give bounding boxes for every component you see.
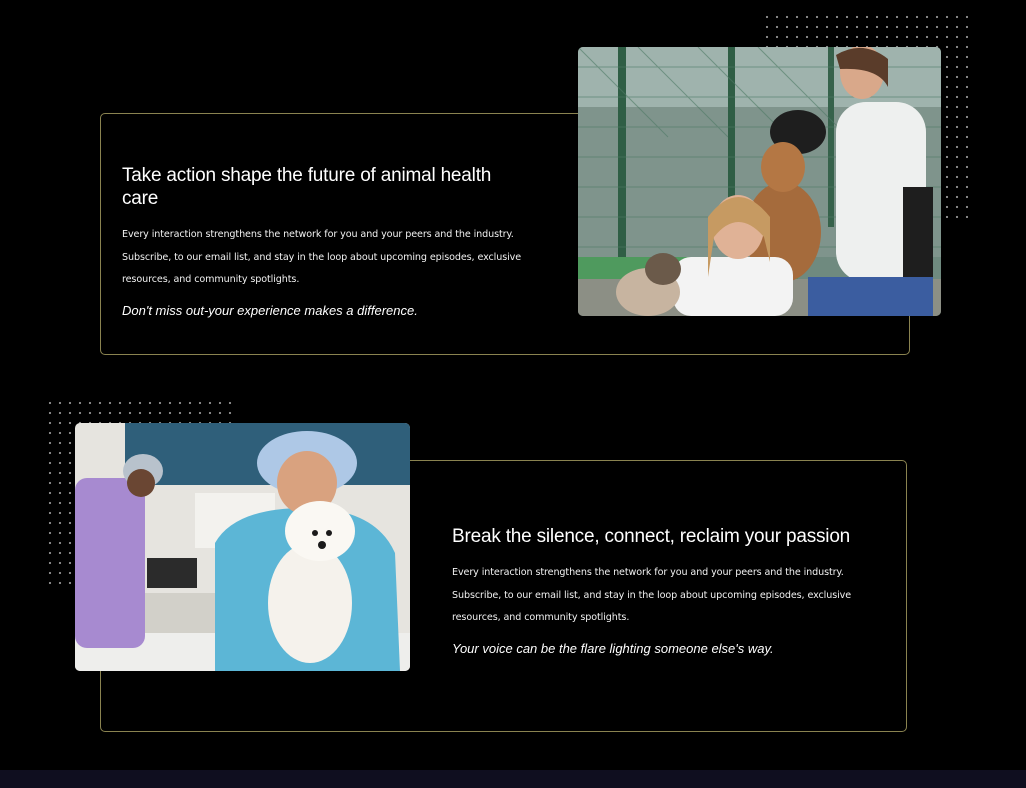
- page: Take action shape the future of animal h…: [0, 0, 1026, 788]
- section-tagline: Your voice can be the flare lighting som…: [452, 640, 774, 656]
- section-body: Every interaction strengthens the networ…: [452, 567, 852, 623]
- section-tagline: Don't miss out-your experience makes a d…: [122, 302, 418, 318]
- section-heading: Break the silence, connect, reclaim your…: [452, 526, 851, 547]
- section-body: Every interaction strengthens the networ…: [122, 229, 522, 285]
- feature-text-1: Take action shape the future of animal h…: [122, 164, 532, 320]
- section-heading: Take action shape the future of animal h…: [122, 165, 492, 209]
- footer-band: [0, 770, 1026, 788]
- vet-holding-dog-photo: [75, 423, 410, 671]
- feature-text-2: Break the silence, connect, reclaim your…: [452, 525, 862, 658]
- volunteers-with-dogs-photo: [578, 47, 941, 316]
